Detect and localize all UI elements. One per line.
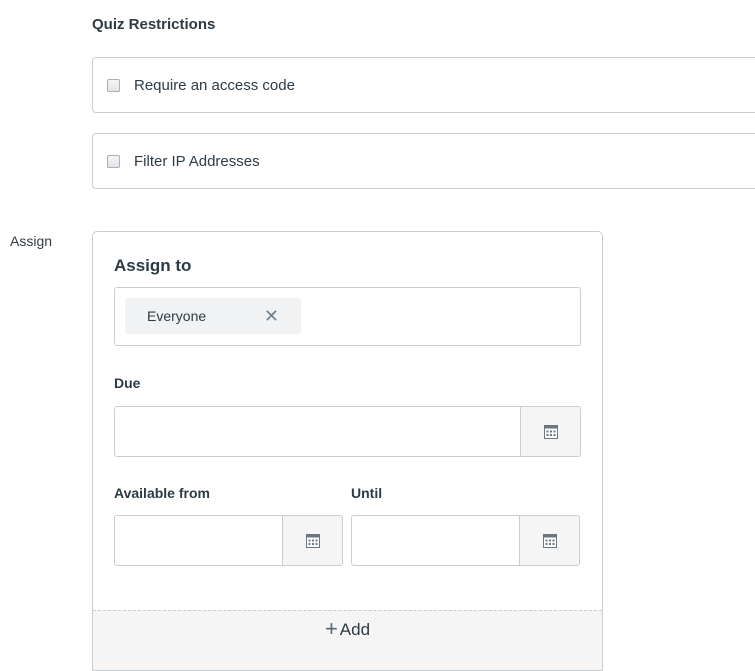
assignee-token: Everyone ✕	[125, 298, 301, 334]
assignee-token-label: Everyone	[147, 308, 207, 324]
due-label: Due	[114, 375, 141, 391]
access-code-label: Require an access code	[134, 76, 295, 94]
until-label: Until	[351, 485, 383, 501]
close-icon[interactable]: ✕	[264, 306, 279, 326]
access-code-checkbox[interactable]	[107, 78, 120, 92]
assign-to-heading: Assign to	[114, 256, 192, 275]
available-from-field	[114, 515, 343, 566]
available-from-input[interactable]	[115, 516, 282, 565]
available-from-label: Available from	[114, 485, 210, 501]
until-input[interactable]	[352, 516, 519, 565]
due-date-field	[114, 406, 581, 457]
calendar-icon	[542, 534, 557, 548]
filter-ip-option[interactable]: Filter IP Addresses	[92, 133, 755, 189]
filter-ip-checkbox[interactable]	[107, 154, 120, 168]
plus-icon: +	[324, 616, 338, 641]
calendar-icon	[305, 534, 320, 548]
available-from-calendar-button[interactable]	[282, 516, 342, 565]
calendar-icon	[543, 425, 558, 439]
until-calendar-button[interactable]	[519, 516, 579, 565]
add-label: Add	[339, 620, 371, 639]
filter-ip-label: Filter IP Addresses	[134, 152, 260, 170]
until-field	[351, 515, 580, 566]
add-assignment-button[interactable]: + Add	[93, 610, 602, 670]
assignee-input[interactable]: Everyone ✕	[114, 287, 581, 346]
assign-section-label: Assign	[10, 233, 53, 249]
due-date-input[interactable]	[115, 407, 520, 456]
assign-card: Assign to Everyone ✕ Due Available from	[92, 231, 603, 671]
quiz-restrictions-title: Quiz Restrictions	[92, 16, 216, 33]
require-access-code-option[interactable]: Require an access code	[92, 57, 755, 113]
due-calendar-button[interactable]	[520, 407, 580, 456]
